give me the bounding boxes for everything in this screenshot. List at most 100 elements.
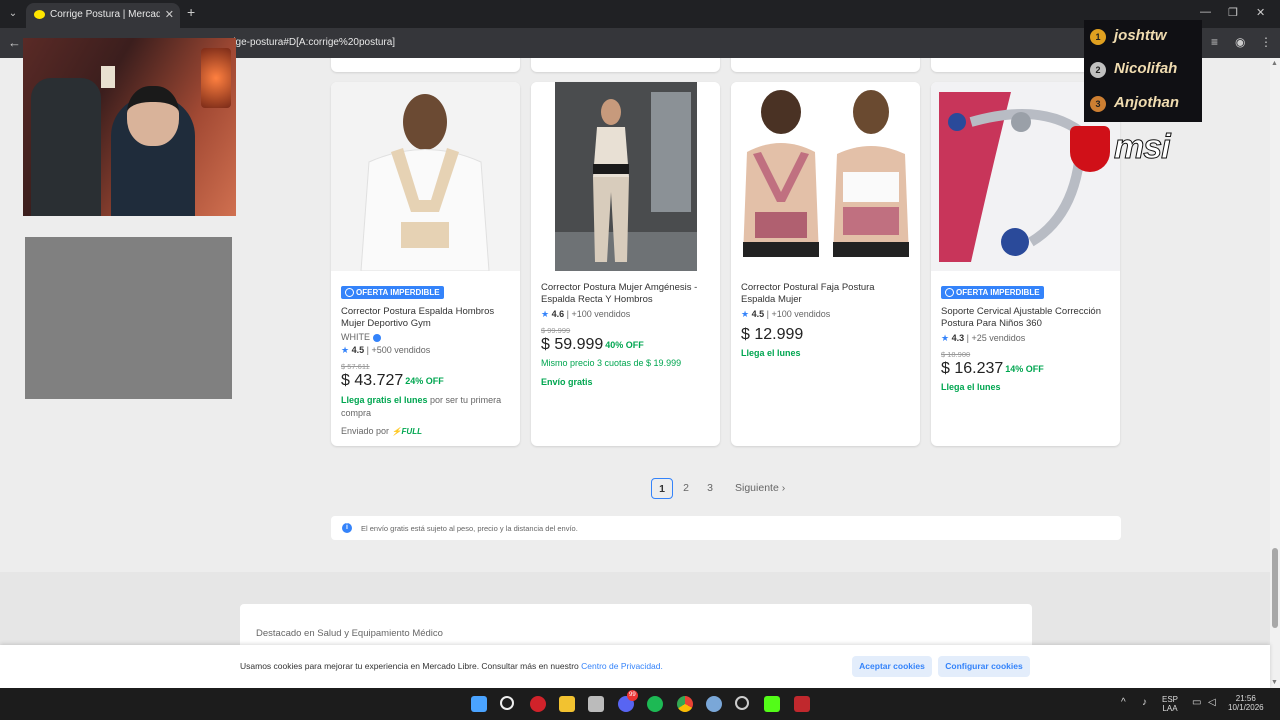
browser-tab[interactable]: Corrige Postura | MercadoLibre ✕ bbox=[26, 3, 180, 28]
product-title[interactable]: Soporte Cervical Ajustable Corrección Po… bbox=[941, 306, 1111, 330]
price: $ 12.999 bbox=[741, 326, 804, 343]
profile-icon[interactable]: ◉ bbox=[1235, 35, 1245, 49]
chrome-icon[interactable] bbox=[677, 696, 693, 712]
notice-text: El envío gratis está sujeto al peso, pre… bbox=[361, 524, 578, 533]
page-2-button[interactable]: 2 bbox=[675, 478, 697, 499]
mercadolibre-favicon-icon bbox=[34, 10, 45, 19]
product-card[interactable]: Corrector Postural Faja Postura Espalda … bbox=[731, 82, 920, 446]
donor-entry: 1 joshttw bbox=[1088, 25, 1202, 49]
page-scrollbar[interactable]: ▲ ▼ bbox=[1270, 58, 1280, 688]
product-rating: ★ 4.5 | +100 vendidos bbox=[741, 309, 831, 319]
product-image[interactable] bbox=[731, 82, 920, 271]
app-icon[interactable] bbox=[530, 696, 546, 712]
info-icon: i bbox=[342, 523, 352, 533]
app-icon[interactable] bbox=[588, 696, 604, 712]
privacy-center-link[interactable]: Centro de Privacidad. bbox=[581, 661, 663, 671]
tray-chevron-icon[interactable]: ^ bbox=[1121, 698, 1126, 708]
notification-badge: 99 bbox=[627, 690, 638, 701]
product-card-prev-row[interactable] bbox=[531, 58, 720, 72]
scroll-up-icon[interactable]: ▲ bbox=[1271, 60, 1278, 67]
discount: 24% OFF bbox=[405, 375, 444, 386]
product-brand: WHITE bbox=[341, 332, 511, 342]
scroll-thumb[interactable] bbox=[1272, 548, 1278, 628]
language-indicator[interactable]: ESP LAA bbox=[1162, 695, 1178, 713]
maximize-button[interactable]: ❐ bbox=[1228, 6, 1238, 19]
back-arrow-icon[interactable]: ← bbox=[8, 35, 21, 50]
overlay-placeholder bbox=[25, 237, 232, 399]
lamp-light bbox=[201, 48, 231, 108]
product-rating: ★ 4.6 | +100 vendidos bbox=[541, 309, 631, 319]
product-rating: ★ 4.5 | +500 vendidos bbox=[341, 345, 431, 355]
app-icon[interactable] bbox=[794, 696, 810, 712]
chevron-right-icon: › bbox=[781, 482, 786, 494]
streamer-head bbox=[127, 86, 179, 146]
featured-title: Destacado en Salud y Equipamiento Médico bbox=[256, 628, 443, 639]
star-icon: ★ bbox=[341, 345, 350, 355]
windows-taskbar: 99 ^ ♪ ESP LAA ▭ ◁ 21:56 10/1/2026 bbox=[0, 688, 1280, 720]
accept-cookies-button[interactable]: Aceptar cookies bbox=[852, 656, 932, 677]
cookie-text: Usamos cookies para mejorar tu experienc… bbox=[240, 661, 663, 671]
obs-icon[interactable] bbox=[735, 696, 749, 710]
url-field[interactable]: rige-postura#D[A:corrige%20postura] bbox=[230, 37, 395, 48]
microphone-icon[interactable]: ♪ bbox=[1142, 698, 1147, 708]
medal-icon: 2 bbox=[1090, 62, 1106, 78]
donor-entry: 3 Anjothan bbox=[1088, 92, 1202, 116]
tab-search-icon[interactable]: ⌄ bbox=[4, 5, 22, 23]
tab-close-icon[interactable]: ✕ bbox=[165, 8, 174, 21]
tab-title: Corrige Postura | MercadoLibre bbox=[50, 9, 160, 20]
scroll-down-icon[interactable]: ▼ bbox=[1271, 679, 1278, 686]
price: $ 16.237 14% OFF bbox=[941, 360, 1044, 377]
new-tab-button[interactable]: + bbox=[187, 4, 195, 20]
clock[interactable]: 21:56 10/1/2026 bbox=[1228, 694, 1264, 712]
discount: 40% OFF bbox=[605, 339, 644, 350]
shipping-notice: i El envío gratis está sujeto al peso, p… bbox=[331, 516, 1121, 540]
minimize-button[interactable]: — bbox=[1200, 6, 1211, 18]
donor-entry: 2 Nicolifah bbox=[1088, 58, 1202, 82]
page-3-button[interactable]: 3 bbox=[699, 478, 721, 499]
file-explorer-icon[interactable] bbox=[559, 696, 575, 712]
full-bolt-icon: ⚡FULL bbox=[391, 427, 422, 436]
webcam-overlay bbox=[23, 38, 236, 216]
discount: 14% OFF bbox=[1005, 363, 1044, 374]
msi-sponsor-logo: msi bbox=[1070, 126, 1220, 176]
product-title[interactable]: Corrector Postura Espalda Hombros Mujer … bbox=[341, 306, 511, 330]
product-image[interactable] bbox=[531, 82, 720, 271]
product-card-prev-row[interactable] bbox=[331, 58, 520, 72]
product-title[interactable]: Corrector Postura Mujer Amgénesis - Espa… bbox=[541, 282, 711, 306]
configure-cookies-button[interactable]: Configurar cookies bbox=[938, 656, 1030, 677]
cookie-banner: Usamos cookies para mejorar tu experienc… bbox=[0, 645, 1270, 688]
offer-badge: OFERTA IMPERDIBLE bbox=[341, 286, 444, 299]
fulfillment-info: Enviado por ⚡FULL bbox=[341, 426, 422, 436]
product-rating: ★ 4.3 | +25 vendidos bbox=[941, 333, 1026, 343]
spotify-icon[interactable] bbox=[647, 696, 663, 712]
postural-brace-women-image bbox=[731, 82, 920, 271]
product-title[interactable]: Corrector Postural Faja Postura Espalda … bbox=[741, 282, 911, 306]
verified-icon bbox=[372, 333, 381, 342]
product-image[interactable] bbox=[331, 82, 520, 271]
kick-icon[interactable] bbox=[764, 696, 780, 712]
menu-kebab-icon[interactable]: ⋮ bbox=[1260, 35, 1272, 49]
shipping-info: Llega el lunes bbox=[941, 382, 1001, 392]
msi-dragon-shield-icon bbox=[1070, 126, 1110, 172]
wall-poster bbox=[101, 66, 115, 88]
offer-badge: OFERTA IMPERDIBLE bbox=[941, 286, 1044, 299]
page-1-button[interactable]: 1 bbox=[651, 478, 673, 499]
shipping-info: Envío gratis bbox=[541, 377, 593, 387]
product-card[interactable]: OFERTA IMPERDIBLE Corrector Postura Espa… bbox=[331, 82, 520, 446]
reading-list-icon[interactable]: ≡ bbox=[1211, 35, 1218, 49]
volume-icon[interactable]: ◁ bbox=[1208, 698, 1216, 708]
product-card-prev-row[interactable] bbox=[731, 58, 920, 72]
next-page-button[interactable]: Siguiente › bbox=[735, 482, 785, 494]
network-icon[interactable]: ▭ bbox=[1192, 698, 1201, 708]
product-card[interactable]: Corrector Postura Mujer Amgénesis - Espa… bbox=[531, 82, 720, 446]
search-icon[interactable] bbox=[500, 696, 514, 710]
star-icon: ★ bbox=[541, 309, 550, 319]
start-icon[interactable] bbox=[471, 696, 487, 712]
old-price: $ 18.900 bbox=[941, 350, 971, 359]
woman-posture-belt-image bbox=[531, 82, 720, 271]
star-icon: ★ bbox=[741, 309, 750, 319]
app-icon[interactable] bbox=[706, 696, 722, 712]
installments: Mismo precio 3 cuotas de $ 19.999 bbox=[541, 358, 682, 368]
star-icon: ★ bbox=[941, 333, 950, 343]
close-window-button[interactable]: ✕ bbox=[1256, 6, 1265, 19]
